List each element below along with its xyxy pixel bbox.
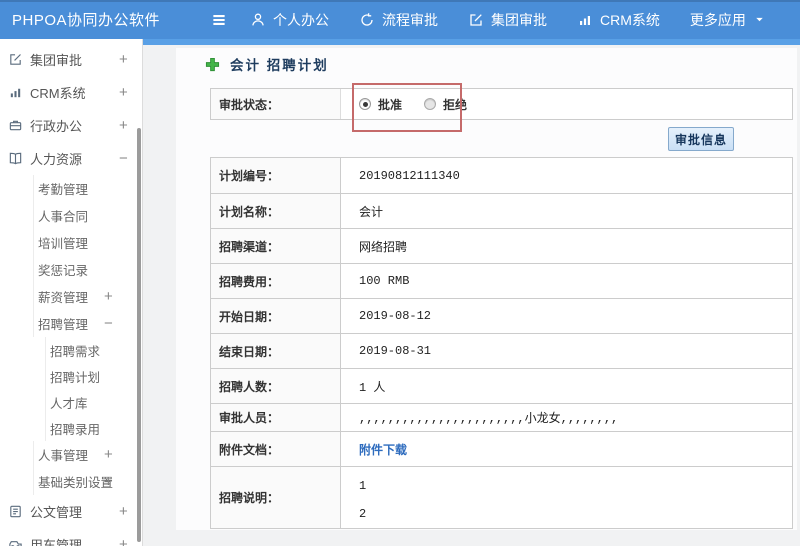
radio-selected-icon — [359, 98, 371, 110]
app-logo: PHPOA协同办公软件 — [12, 12, 161, 29]
user-icon — [250, 12, 266, 28]
expander-icon: + — [104, 473, 113, 490]
approval-status-row: 审批状态： 批准 拒绝 — [210, 88, 793, 120]
radio-approve[interactable]: 批准 — [359, 96, 402, 113]
field-label: 招聘渠道： — [210, 228, 341, 264]
field-label: 审批人员： — [210, 403, 341, 432]
book-icon — [8, 151, 23, 166]
expander-icon: + — [119, 84, 128, 101]
page-title: 会计 招聘计划 — [205, 54, 329, 74]
field-row: 招聘渠道： 网络招聘 — [210, 228, 793, 264]
sidebar-scrollbar-thumb[interactable] — [137, 128, 141, 542]
sidebar-item[interactable]: 招聘计划 — [0, 363, 142, 389]
sidebar-item[interactable]: 用车管理 + — [0, 528, 142, 546]
field-row: 招聘说明： 1 2 — [210, 466, 793, 529]
edit-icon — [468, 12, 484, 28]
green-plus-icon — [205, 57, 220, 72]
caret-down-icon — [753, 13, 766, 26]
field-row: 招聘费用： 100 RMB — [210, 263, 793, 299]
header-substrip — [143, 39, 800, 45]
expander-icon: − — [119, 150, 128, 167]
field-label: 附件文档： — [210, 431, 341, 467]
field-value: 12 — [340, 466, 793, 529]
field-label: 计划编号： — [210, 157, 341, 194]
field-value: 会计 — [340, 193, 793, 229]
sidebar-item[interactable]: 集团审批 + — [0, 43, 142, 76]
expander-icon: + — [119, 503, 128, 520]
sidebar-item[interactable]: 考勤管理 — [0, 175, 142, 202]
sidebar-item[interactable]: 奖惩记录 — [0, 256, 142, 283]
top-navigation: 个人办公 流程审批 集团审批 CRM系统 更多应用 — [250, 10, 796, 30]
sidebar-item[interactable]: 招聘需求 — [0, 337, 142, 363]
expander-icon: + — [119, 536, 128, 546]
field-value: 2019-08-12 — [340, 298, 793, 334]
radio-reject[interactable]: 拒绝 — [424, 96, 467, 113]
sidebar-item[interactable]: 人力资源 − — [0, 142, 142, 175]
sidebar-menu: 集团审批 + CRM系统 + 行政办公 + 人力资源 − 考勤管理 人事合同 培训管理 奖惩记录 薪资管… — [0, 39, 143, 546]
expander-icon: + — [104, 288, 113, 305]
field-value: 附件下载 — [340, 431, 793, 467]
sidebar-item[interactable]: 行政办公 + — [0, 109, 142, 142]
nav-item[interactable]: 个人办公 — [250, 10, 329, 30]
process-icon — [359, 12, 375, 28]
nav-item[interactable]: 更多应用 — [690, 10, 766, 30]
field-row: 审批人员： ,,,,,,,,,,,,,,,,,,,,,,,小龙女,,,,,,,, — [210, 403, 793, 432]
radio-unselected-icon — [424, 98, 437, 110]
nav-item[interactable]: 流程审批 — [359, 10, 438, 30]
field-label: 招聘人数： — [210, 368, 341, 404]
bar-chart-icon — [577, 12, 593, 28]
edit-icon — [8, 52, 23, 67]
sidebar-item[interactable]: 基础类别设置 + — [0, 468, 142, 495]
expander-icon: + — [119, 51, 128, 68]
expander-icon: + — [119, 117, 128, 134]
field-label: 结束日期： — [210, 333, 341, 369]
field-value: ,,,,,,,,,,,,,,,,,,,,,,,小龙女,,,,,,,, — [340, 403, 793, 432]
expander-icon: + — [104, 446, 113, 463]
hamburger-menu-icon[interactable] — [206, 7, 232, 33]
field-row: 附件文档： 附件下载 — [210, 431, 793, 467]
sidebar-item[interactable]: 招聘录用 — [0, 415, 142, 441]
top-header: PHPOA协同办公软件 个人办公 流程审批 集团审批 CRM系统 更多应用 — [0, 0, 800, 39]
field-label: 招聘说明： — [210, 466, 341, 529]
sidebar-item[interactable]: CRM系统 + — [0, 76, 142, 109]
field-row: 计划编号： 20190812111340 — [210, 157, 793, 194]
field-value: 20190812111340 — [340, 157, 793, 194]
sidebar-item[interactable]: 培训管理 — [0, 229, 142, 256]
field-row: 开始日期： 2019-08-12 — [210, 298, 793, 334]
approval-radio-group: 批准 拒绝 — [359, 96, 489, 113]
sidebar-item[interactable]: 招聘管理 − — [0, 310, 142, 337]
content-panel: 会计 招聘计划 审批状态： 批准 拒绝 审批信息 计划编号： 2019081211… — [176, 48, 797, 530]
approval-status-label: 审批状态： — [211, 89, 341, 119]
field-value: 2019-08-31 — [340, 333, 793, 369]
document-icon — [8, 504, 23, 519]
expander-icon: − — [104, 315, 113, 332]
field-value: 1 人 — [340, 368, 793, 404]
sidebar-item[interactable]: 人才库 — [0, 389, 142, 415]
car-icon — [8, 537, 23, 546]
page-title-text: 会计 招聘计划 — [230, 58, 329, 73]
sidebar-item[interactable]: 公文管理 + — [0, 495, 142, 528]
sidebar-item[interactable]: 人事合同 — [0, 202, 142, 229]
field-label: 开始日期： — [210, 298, 341, 334]
approval-info-button[interactable]: 审批信息 — [668, 127, 734, 151]
sidebar-item[interactable]: 人事管理 + — [0, 441, 142, 468]
field-value: 100 RMB — [340, 263, 793, 299]
field-row: 计划名称： 会计 — [210, 193, 793, 229]
field-label: 招聘费用： — [210, 263, 341, 299]
field-label: 计划名称： — [210, 193, 341, 229]
attachment-download-link[interactable]: 附件下载 — [359, 443, 407, 457]
field-row: 结束日期： 2019-08-31 — [210, 333, 793, 369]
field-row: 招聘人数： 1 人 — [210, 368, 793, 404]
nav-item[interactable]: CRM系统 — [577, 10, 660, 30]
field-value: 网络招聘 — [340, 228, 793, 264]
bar-chart-icon — [8, 85, 23, 100]
briefcase-icon — [8, 118, 23, 133]
recruit-plan-detail-table: 计划编号： 20190812111340 计划名称： 会计 招聘渠道： 网络招聘 招聘费用：… — [210, 157, 793, 529]
sidebar-item[interactable]: 薪资管理 + — [0, 283, 142, 310]
nav-item[interactable]: 集团审批 — [468, 10, 547, 30]
